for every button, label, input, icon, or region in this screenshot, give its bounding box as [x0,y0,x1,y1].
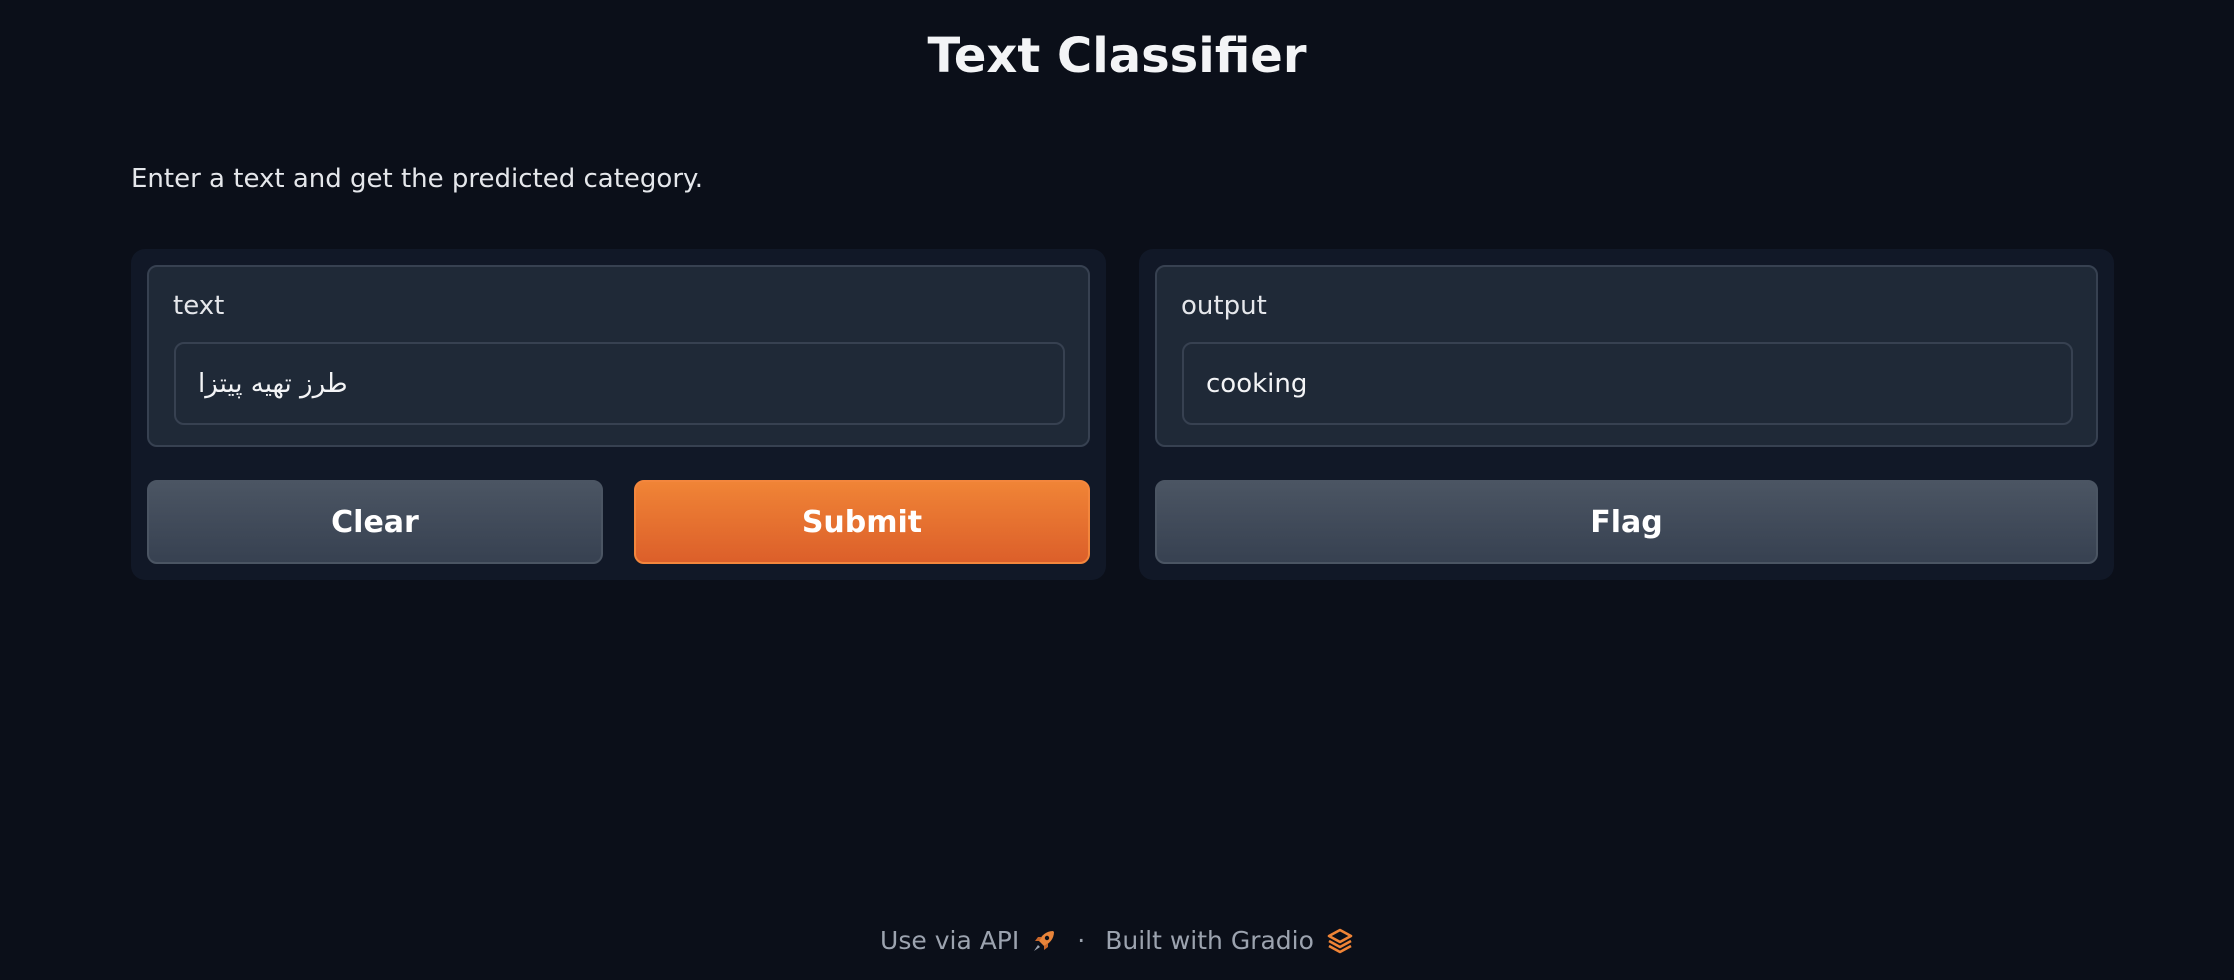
built-with-gradio-label: Built with Gradio [1105,926,1314,955]
page-title: Text Classifier [927,28,1307,84]
clear-button[interactable]: Clear [147,480,603,564]
rocket-icon [1031,928,1057,954]
output-label: output [1181,291,1267,321]
submit-button[interactable]: Submit [634,480,1090,564]
app-root: Text Classifier Enter a text and get the… [0,0,2234,980]
footer-separator: · [1077,926,1086,955]
use-via-api-link[interactable]: Use via API [880,926,1057,955]
output-textbox[interactable] [1182,342,2073,425]
input-panel: text Clear Submit [131,249,1106,580]
use-via-api-label: Use via API [880,926,1020,955]
page-description: Enter a text and get the predicted categ… [131,164,703,194]
text-input-block: text [147,265,1090,447]
text-input[interactable] [174,342,1065,425]
footer: Use via API · Built with Gradio [0,926,2234,955]
flag-button[interactable]: Flag [1155,480,2098,564]
output-panel: output Flag [1139,249,2114,580]
output-block: output [1155,265,2098,447]
text-input-label: text [173,291,225,321]
gradio-logo-icon [1326,927,1354,955]
built-with-gradio-link[interactable]: Built with Gradio [1105,926,1354,955]
